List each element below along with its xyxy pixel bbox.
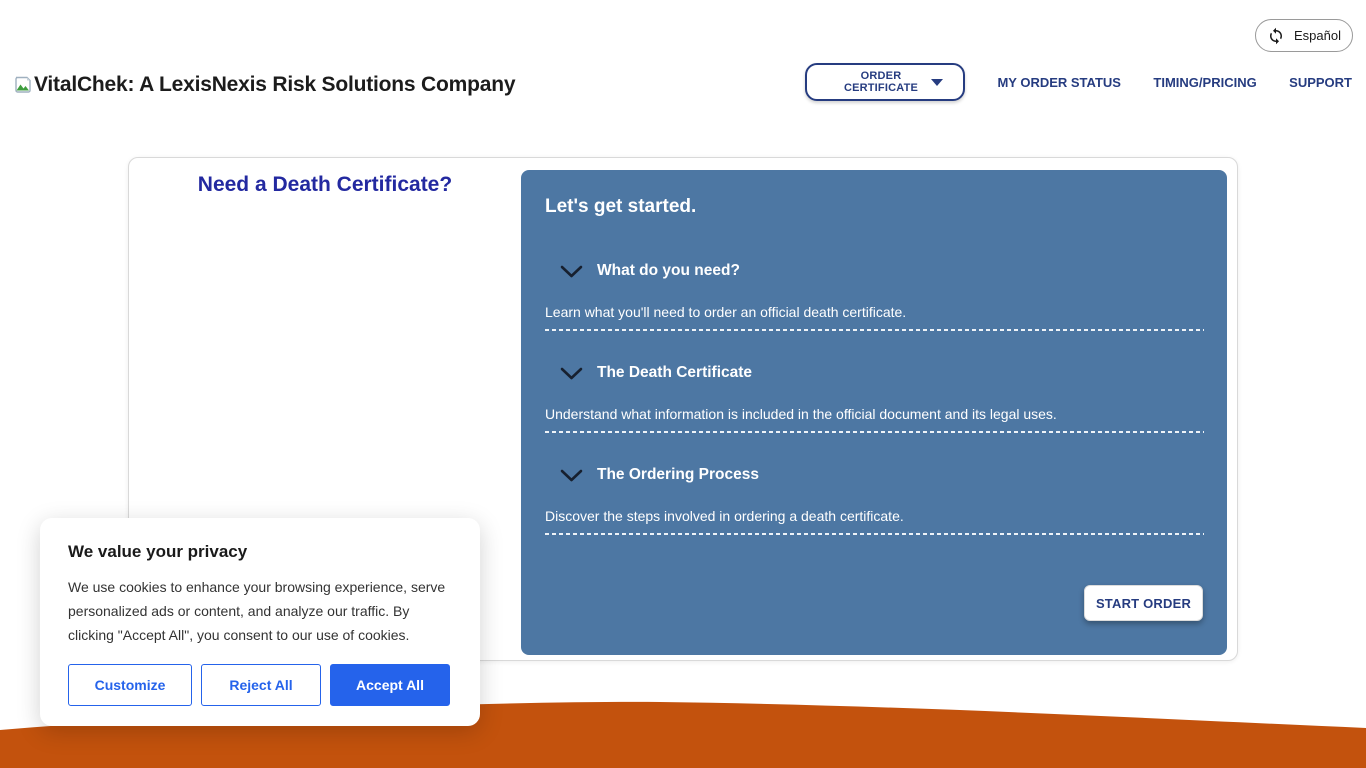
logo[interactable]: VitalChek: A LexisNexis Risk Solutions C… (14, 73, 515, 98)
nav-support[interactable]: SUPPORT (1289, 75, 1352, 90)
sync-icon (1267, 27, 1285, 45)
chevron-down-icon (560, 265, 583, 278)
get-started-panel: Let's get started. What do you need? Lea… (521, 170, 1227, 655)
broken-image-icon (14, 76, 32, 98)
divider (545, 533, 1204, 535)
chevron-down-icon (560, 367, 583, 380)
accordion-section-ordering-process: The Ordering Process Discover the steps … (545, 466, 1204, 535)
start-order-button[interactable]: START ORDER (1084, 585, 1203, 621)
accordion-toggle-what-you-need[interactable]: What do you need? (545, 262, 1204, 280)
chevron-down-icon (560, 469, 583, 482)
logo-alt-text: VitalChek: A LexisNexis Risk Solutions C… (34, 73, 515, 97)
section-title: The Ordering Process (597, 466, 759, 484)
page-title: Need a Death Certificate? (129, 173, 521, 197)
nav-timing-pricing[interactable]: TIMING/PRICING (1153, 75, 1256, 90)
accordion-section-death-certificate: The Death Certificate Understand what in… (545, 364, 1204, 433)
cookie-dialog-message: We use cookies to enhance your browsing … (68, 575, 452, 647)
reject-all-button[interactable]: Reject All (201, 664, 321, 706)
order-certificate-dropdown[interactable]: ORDER CERTIFICATE (805, 63, 965, 101)
nav-my-order-status[interactable]: MY ORDER STATUS (997, 75, 1121, 90)
cookie-dialog-buttons: Customize Reject All Accept All (68, 664, 452, 706)
accept-all-button[interactable]: Accept All (330, 664, 450, 706)
order-certificate-label: ORDER CERTIFICATE (831, 70, 931, 94)
language-toggle-label: Español (1294, 28, 1341, 43)
language-toggle-button[interactable]: Español (1255, 19, 1353, 52)
section-description: Discover the steps involved in ordering … (545, 508, 1204, 524)
main-nav: ORDER CERTIFICATE MY ORDER STATUS TIMING… (805, 62, 1352, 102)
panel-title: Let's get started. (545, 196, 1204, 218)
accordion-toggle-death-certificate[interactable]: The Death Certificate (545, 364, 1204, 382)
cookie-dialog-title: We value your privacy (68, 542, 452, 562)
caret-down-icon (931, 79, 943, 86)
accordion-section-what-you-need: What do you need? Learn what you'll need… (545, 262, 1204, 331)
divider (545, 329, 1204, 331)
section-title: The Death Certificate (597, 364, 752, 382)
section-description: Understand what information is included … (545, 406, 1204, 422)
accordion-toggle-ordering-process[interactable]: The Ordering Process (545, 466, 1204, 484)
customize-button[interactable]: Customize (68, 664, 192, 706)
cookie-consent-dialog: We value your privacy We use cookies to … (40, 518, 480, 726)
section-title: What do you need? (597, 262, 740, 280)
divider (545, 431, 1204, 433)
section-description: Learn what you'll need to order an offic… (545, 304, 1204, 320)
